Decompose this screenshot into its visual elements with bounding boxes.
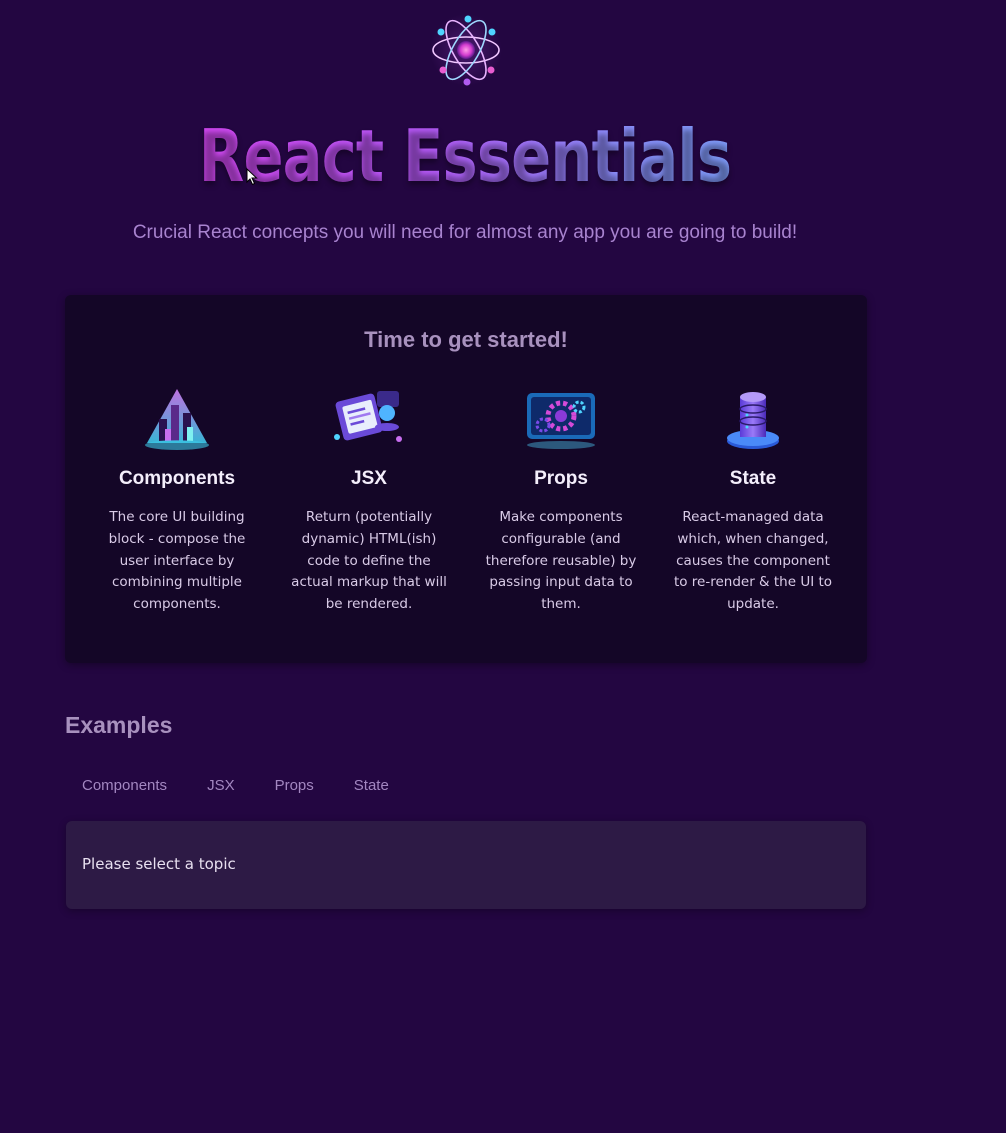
tab-components[interactable]: Components: [66, 772, 183, 799]
examples-tab-menu: Components JSX Props State: [66, 772, 413, 799]
page-subtitle: Crucial React concepts you will need for…: [132, 222, 798, 243]
page-title: React Essentials: [84, 110, 847, 202]
examples-heading: Examples: [65, 712, 173, 738]
components-icon: [145, 389, 209, 450]
concept-description: React-managed data which, when changed, …: [673, 509, 833, 613]
core-concepts-section: Time to get started! Components The core…: [65, 295, 867, 663]
concept-title: JSX: [351, 468, 387, 489]
react-atom-logo-icon: [430, 14, 502, 86]
concept-title: State: [729, 468, 777, 489]
concept-title: Props: [534, 468, 588, 489]
jsx-icon: [334, 391, 402, 442]
tab-content-panel: Please select a topic: [66, 821, 866, 909]
concept-title: Components: [118, 468, 236, 489]
select-topic-placeholder: Please select a topic: [82, 855, 236, 873]
concept-card-state: State React-managed data which, when cha…: [670, 383, 836, 616]
concept-description: Return (potentially dynamic) HTML(ish) c…: [291, 509, 447, 613]
concept-description: The core UI building block - compose the…: [108, 509, 246, 613]
concept-card-components: Components The core UI building block - …: [94, 383, 260, 616]
tab-jsx[interactable]: JSX: [191, 772, 251, 799]
concept-card-jsx: JSX Return (potentially dynamic) HTML(is…: [286, 383, 452, 616]
core-concepts-heading: Time to get started!: [364, 327, 568, 352]
state-icon: [727, 392, 779, 449]
tab-props[interactable]: Props: [259, 772, 330, 799]
concept-description: Make components configurable (and theref…: [485, 509, 637, 613]
concept-card-props: Props Make components configurable (and …: [478, 383, 644, 616]
page: React Essentials Crucial React concepts …: [0, 0, 1006, 1133]
props-icon: [527, 393, 595, 449]
tab-state[interactable]: State: [338, 772, 405, 799]
mouse-cursor-icon: [246, 168, 258, 186]
